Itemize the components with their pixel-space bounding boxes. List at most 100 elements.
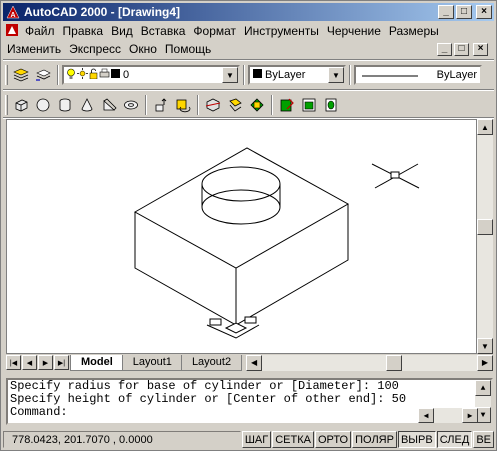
command-window[interactable]: Specify radius for base of cylinder or […: [6, 378, 493, 425]
doc-restore-button[interactable]: □: [454, 42, 469, 56]
section-icon[interactable]: [224, 94, 246, 116]
setup-drawing-icon[interactable]: [276, 94, 298, 116]
layer-manager-icon[interactable]: [10, 64, 32, 86]
scroll-left-icon[interactable]: ◀: [246, 354, 263, 371]
linetype-dropdown[interactable]: ByLayer: [354, 65, 482, 85]
command-history-line: Specify height of cylinder or [Center of…: [10, 392, 407, 406]
box-icon[interactable]: [10, 94, 32, 116]
layers-toolbar: 0 ▼ ByLayer ▼ ByLayer: [5, 62, 482, 88]
lock-icon: [89, 68, 98, 82]
last-tab-icon[interactable]: ▶|: [54, 355, 69, 370]
tab-layout2[interactable]: Layout2: [180, 354, 243, 371]
printer-icon: [99, 68, 110, 82]
scroll-up-icon[interactable]: ▲: [475, 380, 491, 396]
menu-help[interactable]: Помощь: [161, 42, 215, 56]
next-tab-icon[interactable]: ▶: [38, 355, 53, 370]
polar-toggle[interactable]: ПОЛЯР: [352, 431, 397, 448]
chevron-down-icon[interactable]: ▼: [328, 67, 344, 83]
horizontal-scrollbar[interactable]: ◀ ▶: [246, 354, 493, 371]
menu-express[interactable]: Экспресс: [65, 42, 125, 56]
toolbar-grip[interactable]: [5, 95, 8, 115]
toolbar-grip[interactable]: [5, 65, 8, 85]
vertical-scroll-thumb[interactable]: [477, 219, 493, 235]
menu-dimension[interactable]: Размеры: [385, 24, 443, 38]
interference-icon[interactable]: [246, 94, 268, 116]
scroll-right-icon[interactable]: ▶: [462, 408, 478, 423]
doc-icon[interactable]: [3, 23, 21, 40]
torus-icon[interactable]: [120, 94, 142, 116]
minimize-icon: _: [441, 43, 448, 54]
bulb-icon: [66, 68, 76, 83]
first-tab-icon[interactable]: |◀: [6, 355, 21, 370]
close-icon: ×: [481, 6, 487, 17]
menu-insert[interactable]: Вставка: [137, 24, 190, 38]
toolbar-separator: [57, 65, 59, 85]
isometric-box-with-cylinder: [133, 147, 420, 339]
menu-tools[interactable]: Инструменты: [240, 24, 323, 38]
menu-bar: Файл Правка Вид Вставка Формат Инструмен…: [3, 22, 494, 58]
sphere-icon[interactable]: [32, 94, 54, 116]
command-horizontal-scrollbar[interactable]: ◀ ▶: [418, 408, 478, 423]
scroll-left-icon[interactable]: ◀: [418, 408, 434, 423]
grid-toggle[interactable]: СЕТКА: [272, 431, 314, 448]
tab-layout1[interactable]: Layout1: [121, 354, 183, 371]
cylinder-icon[interactable]: [54, 94, 76, 116]
menu-view[interactable]: Вид: [107, 24, 137, 38]
toolbar-separator: [243, 65, 245, 85]
setup-view-icon[interactable]: [298, 94, 320, 116]
chevron-down-icon[interactable]: ▼: [222, 67, 238, 83]
otrack-toggle[interactable]: СЛЕД: [436, 431, 473, 448]
status-bar: 778.0423, 201.7070 , 0.0000 ШАГ СЕТКА ОР…: [3, 430, 494, 449]
sun-icon: [77, 68, 88, 82]
autocad-logo-icon: A: [5, 4, 21, 20]
scroll-right-icon[interactable]: ▶: [477, 354, 493, 371]
separator: [3, 89, 494, 91]
slice-icon[interactable]: [202, 94, 224, 116]
doc-minimize-button[interactable]: _: [437, 42, 452, 56]
toolbar-separator: [349, 65, 351, 85]
revolve-icon[interactable]: [172, 94, 194, 116]
extrude-icon[interactable]: [150, 94, 172, 116]
wedge-icon[interactable]: [98, 94, 120, 116]
menu-window[interactable]: Окно: [125, 42, 161, 56]
scroll-down-icon[interactable]: ▼: [477, 338, 493, 354]
menu-edit[interactable]: Правка: [59, 24, 108, 38]
drawing-canvas[interactable]: [6, 119, 477, 354]
ortho-toggle[interactable]: ОРТО: [314, 431, 352, 448]
close-button[interactable]: ×: [476, 5, 492, 19]
doc-close-button[interactable]: ×: [473, 42, 488, 56]
menu-row-1: Файл Правка Вид Вставка Формат Инструмен…: [3, 22, 494, 40]
menu-format[interactable]: Формат: [189, 24, 240, 38]
scroll-up-icon[interactable]: ▲: [477, 119, 493, 135]
setup-profile-icon[interactable]: [320, 94, 342, 116]
color-value: ByLayer: [265, 69, 306, 81]
current-layer-value: 0: [123, 69, 130, 81]
tab-model[interactable]: Model: [70, 354, 124, 371]
maximize-button[interactable]: □: [456, 5, 472, 19]
coordinates-readout[interactable]: 778.0423, 201.7070 , 0.0000: [3, 431, 241, 448]
title-bar[interactable]: A AutoCAD 2000 - [Drawing4] _ □ ×: [3, 3, 494, 21]
minimize-button[interactable]: _: [438, 5, 454, 19]
vertical-scrollbar[interactable]: ▲ ▼: [477, 119, 493, 354]
linetype-value: ByLayer: [436, 69, 477, 81]
snap-toggle[interactable]: ШАГ: [241, 431, 272, 448]
menu-modify[interactable]: Изменить: [3, 42, 65, 56]
linetype-sample-icon: [362, 69, 418, 81]
ucs-icon: [206, 316, 260, 339]
make-layer-current-icon[interactable]: [32, 64, 54, 86]
menu-file[interactable]: Файл: [21, 24, 59, 38]
horizontal-scroll-thumb[interactable]: [386, 354, 403, 371]
cone-icon[interactable]: [76, 94, 98, 116]
color-swatch-icon: [253, 69, 262, 81]
layer-dropdown[interactable]: 0 ▼: [62, 65, 240, 85]
autocad-window: A AutoCAD 2000 - [Drawing4] _ □ × Файл П…: [0, 0, 497, 451]
layout-tabs-row: |◀ ◀ ▶ ▶| Model Layout1 Layout2 ◀ ▶: [6, 354, 493, 371]
osnap-toggle[interactable]: ВЫРВ: [397, 431, 436, 448]
color-dropdown[interactable]: ByLayer ▼: [248, 65, 346, 85]
restore-icon: □: [458, 43, 465, 54]
svg-text:A: A: [10, 12, 15, 19]
lwt-toggle[interactable]: ВЕ: [473, 431, 494, 448]
menu-draw[interactable]: Черчение: [323, 24, 385, 38]
prev-tab-icon[interactable]: ◀: [22, 355, 37, 370]
close-icon: ×: [477, 43, 484, 54]
